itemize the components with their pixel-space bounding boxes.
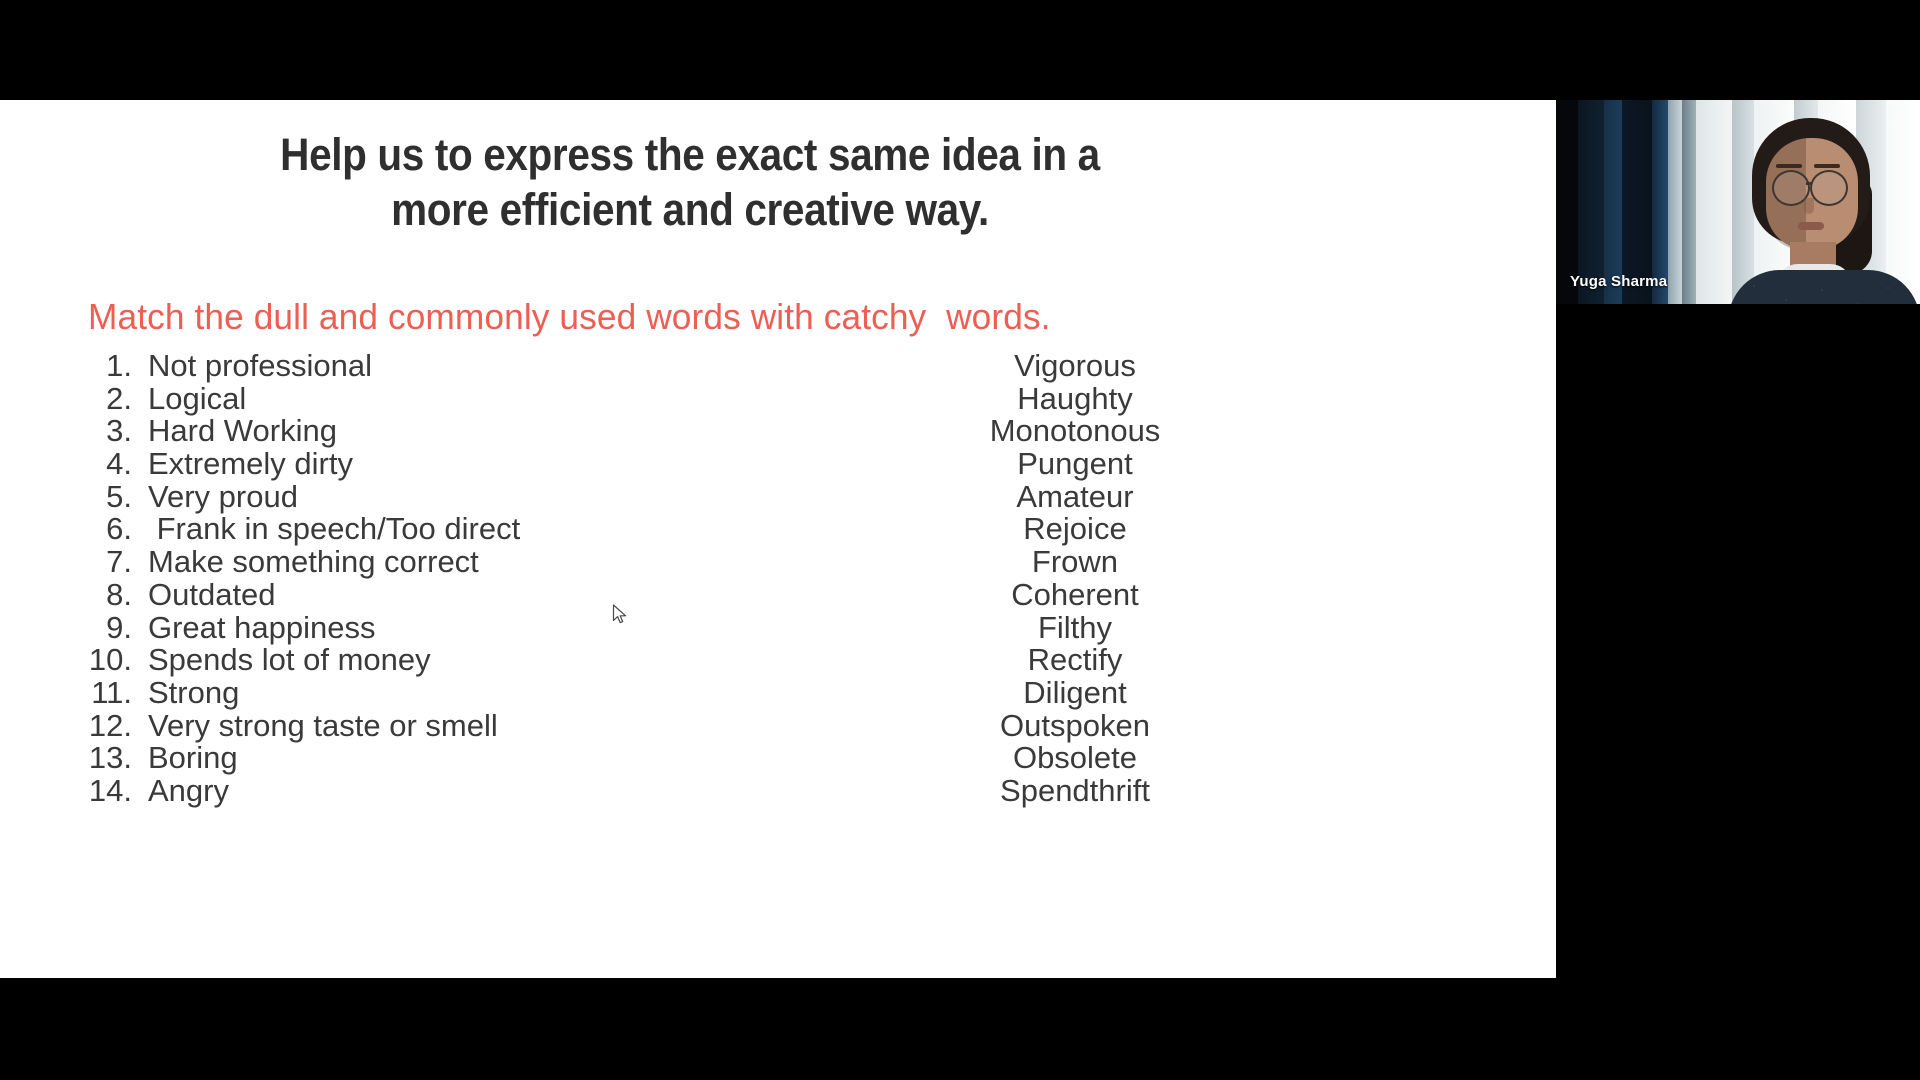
list-item-term: Frank in speech/Too direct	[148, 511, 521, 547]
list-item: 2. Logical	[70, 380, 830, 416]
list-item-number: 3.	[106, 413, 132, 449]
eyeglass-bridge	[1806, 182, 1812, 185]
list-item-number: 6.	[106, 511, 132, 547]
list-item-number: 14.	[88, 772, 132, 808]
list-item-term: Spends lot of money	[148, 642, 431, 678]
list-item-number: 12.	[88, 707, 132, 743]
eyeglass-lens-right	[1810, 170, 1848, 206]
screen-share-window: Help us to express the exact same idea i…	[0, 0, 1920, 1080]
list-item: 9. Great happiness	[70, 609, 830, 645]
participant-name-label: Yuga Sharma	[1570, 273, 1668, 290]
torso-texture	[1728, 270, 1920, 304]
list-item: 14. Angry	[70, 772, 830, 808]
list-item-term: Hard Working	[148, 413, 337, 449]
slide-title: Help us to express the exact same idea i…	[280, 129, 1100, 235]
list-item: 4. Extremely dirty	[70, 446, 830, 482]
catchy-word: Diligent	[1023, 674, 1127, 710]
list-item: 6. Frank in speech/Too direct	[70, 513, 830, 546]
list-item-number: 2.	[106, 380, 132, 416]
list-item-number: 8.	[106, 576, 132, 612]
list-item-term: Great happiness	[148, 609, 376, 645]
participant-video-tile[interactable]: Yuga Sharma	[1556, 100, 1920, 304]
list-item: 10. Spends lot of money	[70, 642, 830, 678]
list-item-term: Make something correct	[148, 544, 479, 580]
eyebrow-right	[1814, 164, 1840, 168]
catchy-word: Outspoken	[1000, 707, 1150, 743]
catchy-word: Rejoice	[1023, 511, 1127, 547]
dull-words-column: 1. Not professional 2. Logical 3. Hard Workin…	[70, 348, 830, 808]
list-item: 12. Very strong taste or smell	[70, 707, 830, 743]
word-match-columns: 1. Not professional 2. Logical 3. Hard Workin…	[0, 348, 1556, 910]
list-item-term: Extremely dirty	[148, 446, 353, 482]
catchy-word: Rectify	[1027, 642, 1123, 678]
list-item-number: 9.	[106, 609, 132, 645]
catchy-word: Haughty	[1017, 380, 1133, 416]
torso	[1728, 270, 1920, 304]
catchy-word: Spendthrift	[1000, 772, 1150, 808]
nose	[1804, 198, 1814, 214]
catchy-word: Monotonous	[989, 413, 1161, 449]
catchy-word: Vigorous	[1014, 348, 1136, 383]
list-item: 7. Make something correct	[70, 544, 830, 580]
catchy-word: Filthy	[1037, 609, 1113, 645]
list-item: 13. Boring	[70, 742, 830, 775]
list-item: 5. Very proud	[70, 478, 830, 514]
list-item: 8. Outdated	[70, 576, 830, 612]
catchy-word: Frown	[1031, 544, 1119, 580]
list-item-term: Very strong taste or smell	[148, 707, 498, 743]
list-item: 1. Not professional	[70, 348, 830, 383]
catchy-word: Coherent	[1011, 576, 1139, 612]
list-item: 11. Strong	[70, 674, 830, 710]
participant-webcam-image	[1724, 118, 1920, 304]
list-item-number: 5.	[106, 478, 132, 514]
list-item-term: Strong	[148, 674, 240, 710]
list-item-term: Outdated	[148, 576, 276, 612]
instruction-line: Match the dull and commonly used words w…	[88, 296, 1051, 337]
list-item-number: 7.	[106, 544, 132, 580]
catchy-word: Obsolete	[1012, 740, 1138, 776]
list-item-number: 4.	[106, 446, 132, 482]
catchy-word: Pungent	[1017, 446, 1133, 482]
list-item-number: 10.	[88, 642, 132, 678]
list-item-term: Very proud	[148, 478, 298, 514]
eyebrow-left	[1776, 164, 1802, 168]
list-item-term: Angry	[148, 772, 229, 808]
mouth	[1798, 222, 1824, 230]
catchy-word: Amateur	[1016, 478, 1134, 514]
list-item-number: 11.	[91, 674, 132, 710]
shared-slide[interactable]: Help us to express the exact same idea i…	[0, 100, 1556, 978]
list-item-number: 13.	[88, 740, 132, 776]
catchy-words-column: Vigorous Haughty Monotonous Pungent Amateur R…	[860, 348, 1290, 808]
list-item: 3. Hard Working	[70, 415, 830, 448]
list-item-number: 1.	[106, 348, 132, 383]
list-item-term: Logical	[148, 380, 247, 416]
slide-content: Help us to express the exact same idea i…	[0, 100, 1556, 978]
list-item-term: Boring	[148, 740, 238, 776]
list-item-term: Not professional	[148, 348, 373, 383]
